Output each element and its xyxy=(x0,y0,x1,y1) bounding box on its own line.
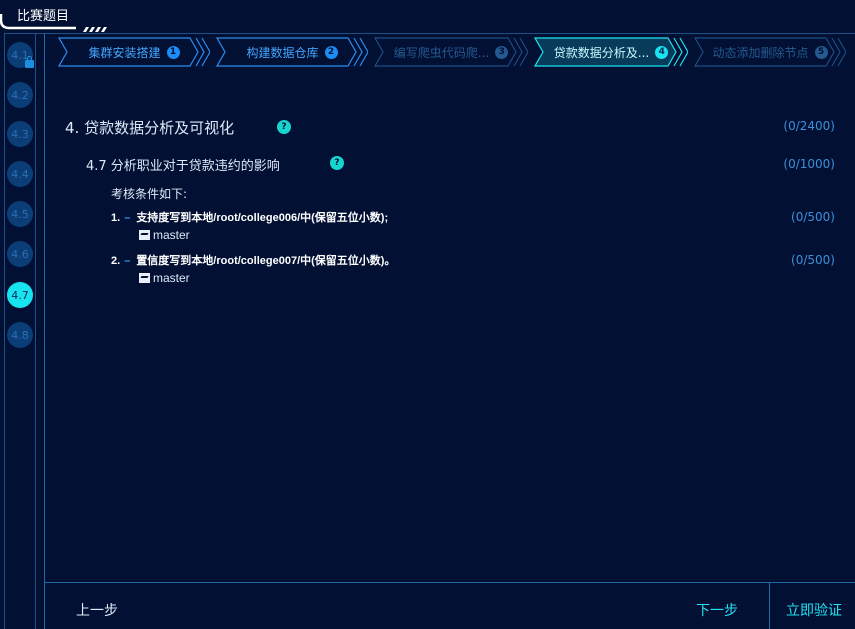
condition-index: 1. xyxy=(111,212,121,224)
dash-icon: – xyxy=(124,255,131,267)
divider xyxy=(4,33,855,34)
step-number-badge: 1 xyxy=(166,45,180,59)
server-icon xyxy=(139,273,150,283)
help-icon[interactable]: ? xyxy=(330,156,344,170)
divider xyxy=(4,33,5,629)
step-4-7[interactable]: 4.7 xyxy=(7,282,33,308)
condition-item: 1. – 支持度写到本地/root/college006/中(保留五位小数); xyxy=(111,209,388,225)
host-name: master xyxy=(153,271,190,285)
condition-item: 2. – 置信度写到本地/root/college007/中(保留五位小数)。 xyxy=(111,252,395,268)
step-4-8[interactable]: 4.8 xyxy=(7,322,33,348)
breadcrumb-step-4[interactable]: 贷款数据分析及... 4 xyxy=(534,37,688,67)
step-4-6[interactable]: 4.6 xyxy=(7,241,33,267)
prev-button[interactable]: 上一步 xyxy=(76,600,118,620)
breadcrumb-label: 构建数据仓库 xyxy=(246,45,319,60)
verify-button[interactable]: 立即验证 xyxy=(786,600,842,620)
condition-text: 置信度写到本地/root/college007/中(保留五位小数)。 xyxy=(136,255,396,267)
step-4-4[interactable]: 4.4 xyxy=(7,161,33,187)
divider xyxy=(44,33,45,629)
conditions-header: 考核条件如下: xyxy=(111,187,188,201)
breadcrumb-step-1[interactable]: 集群安装搭建 1 xyxy=(58,37,210,67)
host-name: master xyxy=(153,228,190,242)
step-number-badge: 3 xyxy=(495,45,509,59)
dash-icon: – xyxy=(124,212,131,224)
step-number-badge: 4 xyxy=(655,45,669,59)
server-icon xyxy=(139,230,150,240)
breadcrumb-step-3[interactable]: 编写爬虫代码爬... 3 xyxy=(374,37,528,67)
breadcrumb-step-2[interactable]: 构建数据仓库 2 xyxy=(216,37,368,67)
next-button[interactable]: 下一步 xyxy=(696,600,738,620)
lock-icon xyxy=(25,56,34,68)
subsection-title: 4.7 分析职业对于贷款违约的影响 xyxy=(86,159,280,174)
divider xyxy=(769,582,770,629)
page-title: 比赛题目 xyxy=(17,9,70,24)
breadcrumb-label: 贷款数据分析及... xyxy=(553,45,650,60)
divider xyxy=(35,33,36,629)
condition-score: (0/500) xyxy=(791,253,835,267)
divider xyxy=(44,582,855,583)
breadcrumb-step-5[interactable]: 动态添加删除节点 5 xyxy=(694,37,846,67)
subsection-score: (0/1000) xyxy=(783,157,835,171)
help-icon[interactable]: ? xyxy=(277,120,291,134)
competition-tab: 比赛题目 xyxy=(0,0,107,32)
host-label: master xyxy=(139,271,190,285)
condition-score: (0/500) xyxy=(791,210,835,224)
section-score: (0/2400) xyxy=(783,119,835,133)
step-4-5[interactable]: 4.5 xyxy=(7,201,33,227)
condition-index: 2. xyxy=(111,255,121,267)
host-label: master xyxy=(139,228,190,242)
step-4-3[interactable]: 4.3 xyxy=(7,121,33,147)
breadcrumb-label: 编写爬虫代码爬... xyxy=(393,45,490,60)
step-number-badge: 2 xyxy=(324,45,338,59)
condition-text: 支持度写到本地/root/college006/中(保留五位小数); xyxy=(136,212,389,224)
step-4-2[interactable]: 4.2 xyxy=(7,82,33,108)
breadcrumb-label: 集群安装搭建 xyxy=(88,45,161,60)
section-title: 4. 贷款数据分析及可视化 xyxy=(65,119,235,137)
step-number-badge: 5 xyxy=(814,45,828,59)
breadcrumb-label: 动态添加删除节点 xyxy=(712,45,809,60)
